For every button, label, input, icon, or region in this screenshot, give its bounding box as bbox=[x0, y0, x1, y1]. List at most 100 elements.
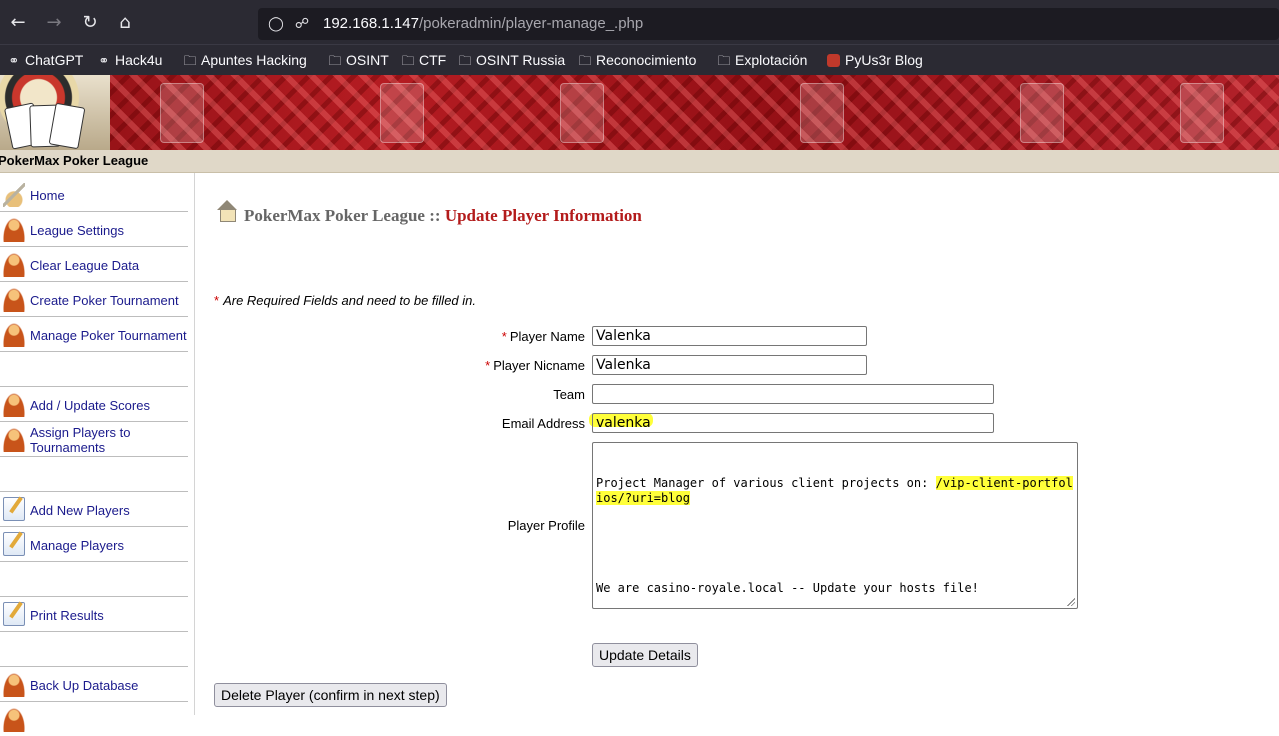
folder-icon: 🗀 bbox=[578, 54, 592, 69]
shield-icon[interactable]: ◯ bbox=[266, 14, 286, 34]
user-icon bbox=[3, 708, 25, 732]
bookmark-reconocimiento[interactable]: 🗀 Reconocimiento bbox=[577, 50, 696, 70]
site-favicon bbox=[827, 54, 840, 67]
sidebar-item-print-results[interactable]: Print Results bbox=[0, 597, 188, 632]
required-star: * bbox=[214, 293, 220, 308]
notepad-icon bbox=[3, 602, 25, 626]
sidebar-item-back-up-database[interactable]: Back Up Database bbox=[0, 667, 188, 702]
team-input[interactable] bbox=[592, 384, 994, 404]
browser-toolbar: ← → ↻ ⌂ ◯ ☍ 192.168.1.147/pokeradmin/pla… bbox=[0, 0, 1279, 44]
sidebar-item-label[interactable]: Home bbox=[30, 188, 65, 203]
sidebar-item-add-new-players[interactable]: Add New Players bbox=[0, 492, 188, 527]
team-label: Team bbox=[553, 387, 585, 402]
player-profile-textarea[interactable]: Project Manager of various client projec… bbox=[592, 442, 1078, 609]
sidebar-item-label[interactable]: Create Poker Tournament bbox=[30, 293, 179, 308]
update-details-button[interactable]: Update Details bbox=[592, 643, 698, 667]
header-banner bbox=[0, 75, 1279, 150]
bookmark-hack4u[interactable]: ⚭ Hack4u bbox=[96, 50, 163, 70]
resize-grip-icon[interactable] bbox=[1066, 597, 1075, 606]
url-text[interactable]: 192.168.1.147/pokeradmin/player-manage_.… bbox=[323, 15, 643, 32]
sidebar: Home League Settings Clear League Data C… bbox=[0, 173, 195, 732]
sidebar-item-label[interactable]: Manage Poker Tournament bbox=[30, 328, 187, 343]
sidebar-item-label[interactable]: Assign Players to Tournaments bbox=[30, 425, 180, 455]
house-icon bbox=[215, 198, 239, 222]
profile-blank-line bbox=[596, 536, 1074, 551]
required-star: * bbox=[485, 358, 491, 373]
profile-text: Project Manager of various client projec… bbox=[596, 476, 936, 490]
sidebar-item-manage-players[interactable]: Manage Players bbox=[0, 527, 188, 562]
sidebar-item-label[interactable]: Manage Players bbox=[30, 538, 124, 553]
back-button[interactable]: ← bbox=[5, 10, 31, 36]
bookmark-explotacion[interactable]: 🗀 Explotación bbox=[716, 50, 807, 70]
page-title-app: PokerMax Poker League :: bbox=[244, 206, 441, 225]
sidebar-divider bbox=[0, 352, 188, 387]
arrow-right-icon: → bbox=[46, 12, 62, 33]
bookmark-osint-russia[interactable]: 🗀 OSINT Russia bbox=[457, 50, 565, 70]
playing-card-icon bbox=[800, 83, 844, 143]
folder-icon: 🗀 bbox=[717, 54, 731, 69]
folder-icon: 🗀 bbox=[328, 54, 342, 69]
label-text: Email Address bbox=[501, 416, 585, 431]
folder-icon: 🗀 bbox=[458, 54, 472, 69]
globe-icon: ⚭ bbox=[8, 54, 20, 69]
sidebar-item-label[interactable]: Back Up Database bbox=[30, 678, 138, 693]
player-profile-label: Player Profile bbox=[508, 518, 585, 533]
player-name-input[interactable]: Valenka bbox=[592, 326, 867, 346]
sidebar-item-label[interactable]: Add / Update Scores bbox=[30, 398, 150, 413]
league-title-bar: PokerMax Poker League bbox=[0, 150, 1279, 173]
sidebar-item-league-settings[interactable]: League Settings bbox=[0, 212, 188, 247]
arrow-left-icon: ← bbox=[10, 12, 26, 33]
poker-chips-logo bbox=[0, 75, 110, 150]
required-note-text: Are Required Fields and need to be fille… bbox=[223, 293, 476, 308]
bookmark-apuntes-hacking[interactable]: 🗀 Apuntes Hacking bbox=[182, 50, 306, 70]
player-nickname-input[interactable]: Valenka bbox=[592, 355, 867, 375]
sidebar-item-assign-players[interactable]: Assign Players to Tournaments bbox=[0, 422, 188, 457]
sidebar-divider bbox=[0, 632, 188, 667]
sidebar-item-add-update-scores[interactable]: Add / Update Scores bbox=[0, 387, 188, 422]
url-bar[interactable]: ◯ ☍ 192.168.1.147/pokeradmin/player-mana… bbox=[258, 8, 1279, 40]
reload-button[interactable]: ↻ bbox=[77, 10, 103, 36]
sidebar-item-label[interactable]: Print Results bbox=[30, 608, 104, 623]
email-label: Email Address bbox=[502, 416, 585, 431]
lock-slash-icon[interactable]: ☍ bbox=[292, 14, 312, 34]
email-value: valenka bbox=[596, 415, 651, 431]
player-name-label: * Player Name bbox=[502, 329, 585, 344]
folder-icon: 🗀 bbox=[401, 54, 415, 69]
user-icon bbox=[3, 323, 25, 347]
profile-line-2: We are casino-royale.local -- Update you… bbox=[596, 581, 979, 595]
email-input[interactable]: valenka bbox=[592, 413, 994, 433]
bookmarks-toolbar: ⚭ ChatGPT ⚭ Hack4u 🗀 Apuntes Hacking 🗀 OSINT… bbox=[0, 44, 1279, 75]
user-icon bbox=[3, 288, 25, 312]
user-icon bbox=[3, 218, 25, 242]
playing-card-icon bbox=[1020, 83, 1064, 143]
sidebar-item-create-poker-tournament[interactable]: Create Poker Tournament bbox=[0, 282, 188, 317]
main-content: PokerMax Poker League :: Update Player I… bbox=[195, 173, 1279, 715]
user-icon bbox=[3, 673, 25, 697]
sidebar-item-label[interactable]: League Settings bbox=[30, 223, 124, 238]
page-title-section: Update Player Information bbox=[444, 206, 642, 225]
league-name: PokerMax Poker League bbox=[0, 153, 149, 168]
playing-card-icon bbox=[560, 83, 604, 143]
sidebar-item-label[interactable]: Add New Players bbox=[30, 503, 130, 518]
sidebar-item-clear-league-data[interactable]: Clear League Data bbox=[0, 247, 188, 282]
sidebar-divider bbox=[0, 457, 188, 492]
bookmark-pyus3r-blog[interactable]: PyUs3r Blog bbox=[827, 50, 923, 70]
bookmark-chatgpt[interactable]: ⚭ ChatGPT bbox=[6, 50, 84, 70]
required-fields-note: * Are Required Fields and need to be fill… bbox=[214, 293, 476, 308]
user-icon bbox=[3, 428, 25, 452]
reload-icon: ↻ bbox=[82, 12, 98, 33]
label-text: Player Nicname bbox=[493, 358, 585, 373]
sidebar-item-manage-poker-tournament[interactable]: Manage Poker Tournament bbox=[0, 317, 188, 352]
bookmark-osint[interactable]: 🗀 OSINT bbox=[327, 50, 388, 70]
profile-line-1: Project Manager of various client projec… bbox=[596, 476, 1074, 506]
delete-player-button[interactable]: Delete Player (confirm in next step) bbox=[214, 683, 447, 707]
playing-card-icon bbox=[1180, 83, 1224, 143]
playing-card-icon bbox=[380, 83, 424, 143]
sidebar-item-label[interactable]: Clear League Data bbox=[30, 258, 139, 273]
home-button[interactable]: ⌂ bbox=[112, 10, 138, 36]
sidebar-item-home[interactable]: Home bbox=[0, 173, 188, 212]
playing-card-icon bbox=[160, 83, 204, 143]
notepad-icon bbox=[3, 532, 25, 556]
forward-button[interactable]: → bbox=[41, 10, 67, 36]
bookmark-ctf[interactable]: 🗀 CTF bbox=[400, 50, 446, 70]
